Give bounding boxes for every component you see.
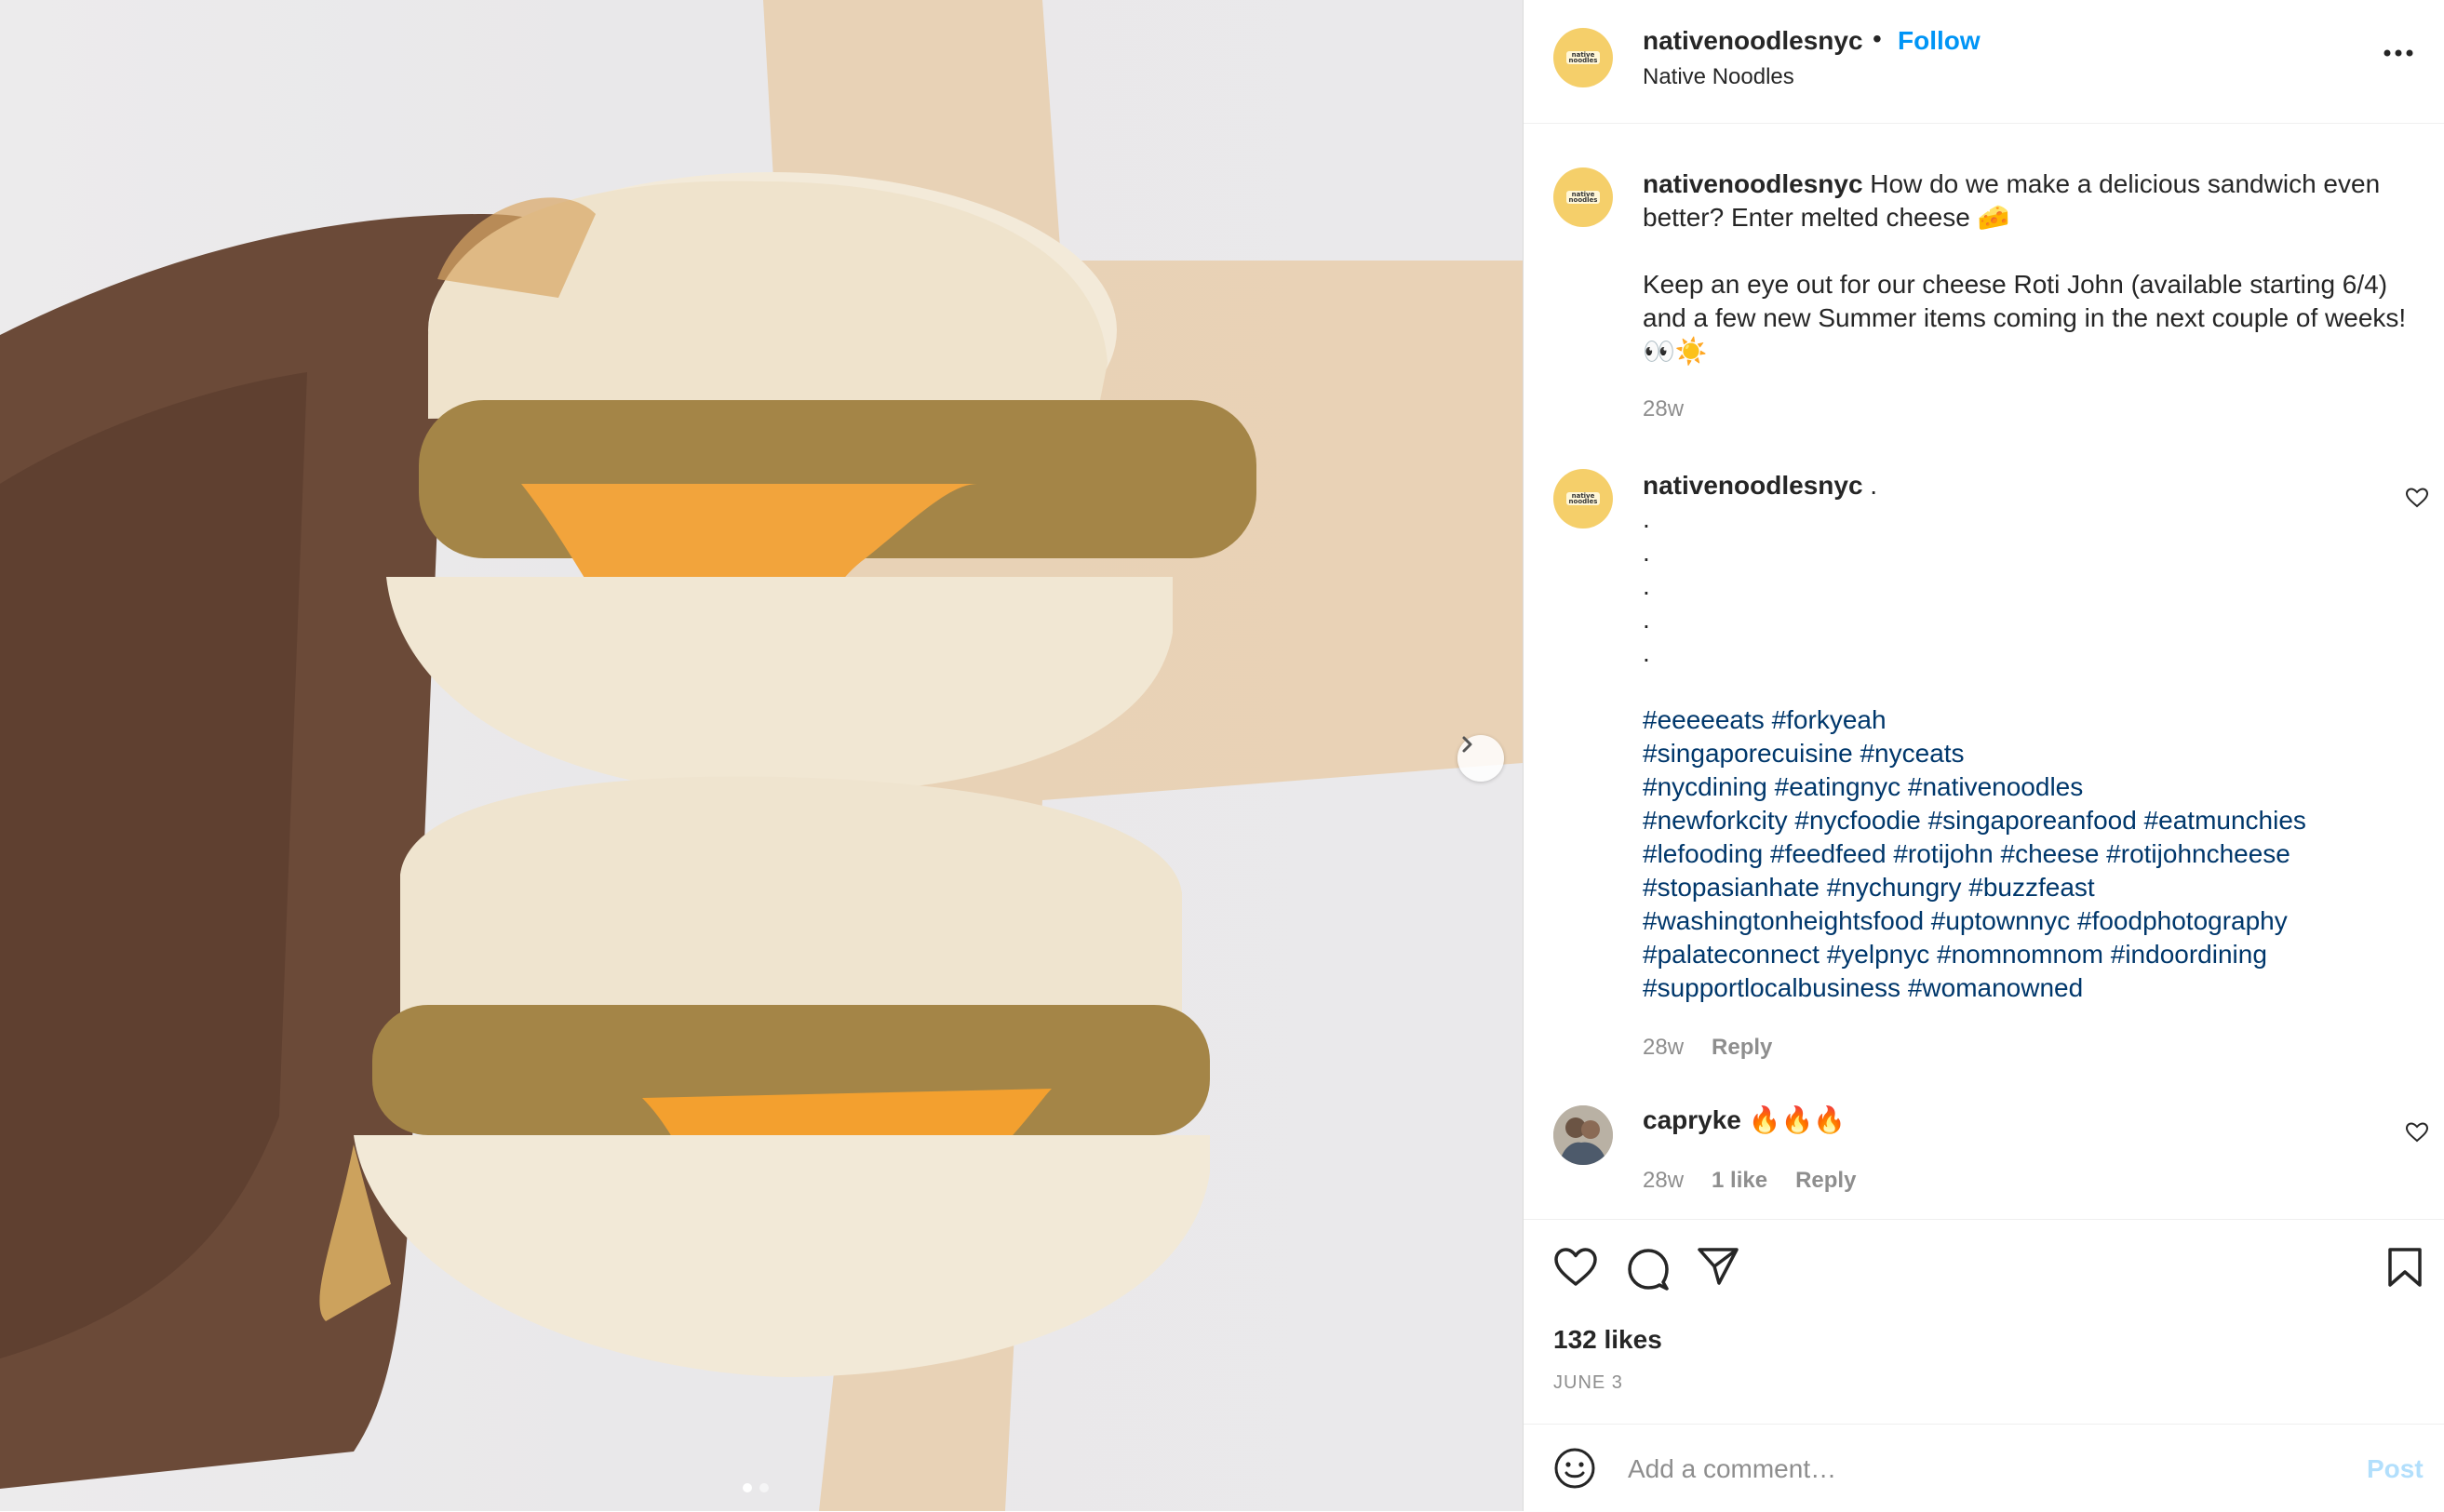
comment-meta: 28w Reply <box>1643 1035 1772 1061</box>
person-photo-icon <box>1553 1105 1613 1165</box>
reply-button[interactable]: Reply <box>1795 1168 1856 1193</box>
hashtag-line[interactable]: #lefooding #feedfeed #rotijohn #cheese #… <box>1643 839 2290 868</box>
hashtag-line[interactable]: #washingtonheightsfood #uptownnyc #foodp… <box>1643 906 2288 935</box>
comment-body: . <box>1862 471 1878 500</box>
caption-avatar[interactable]: native noodles <box>1553 167 1613 227</box>
comment-time: 28w <box>1643 1035 1685 1060</box>
share-icon[interactable] <box>1697 1247 1739 1286</box>
likes-count[interactable]: 132 likes <box>1553 1325 1662 1355</box>
comment-like-heart-icon[interactable] <box>2406 1122 2428 1143</box>
emoji-icon[interactable] <box>1553 1447 1596 1490</box>
comment-likes-count[interactable]: 1 like <box>1712 1168 1767 1193</box>
avatar-logo-text: native noodles <box>1566 492 1600 505</box>
comment-text: nativenoodlesnyc . <box>1643 469 2424 502</box>
dot-line: . <box>1643 605 1650 634</box>
hashtag-line[interactable]: #supportlocalbusiness #womanowned <box>1643 973 2083 1002</box>
dot-line: . <box>1643 504 1650 533</box>
post-date: JUNE 3 <box>1553 1372 1623 1393</box>
header-username[interactable]: nativenoodlesnyc <box>1643 26 1863 56</box>
dot-line: . <box>1643 638 1650 667</box>
carousel-dot <box>759 1483 769 1492</box>
add-comment-input[interactable] <box>1626 1445 2281 1493</box>
comment-icon[interactable] <box>1626 1247 1671 1291</box>
avatar[interactable]: native noodles <box>1553 28 1613 87</box>
caption-text: nativenoodlesnyc How do we make a delici… <box>1643 167 2424 234</box>
comment-time: 28w <box>1643 1168 1685 1193</box>
caption-username[interactable]: nativenoodlesnyc <box>1643 169 1863 198</box>
bookmark-icon[interactable] <box>2387 1247 2423 1288</box>
caption-text-2: Keep an eye out for our cheese Roti John… <box>1643 270 2407 366</box>
post-media[interactable] <box>0 0 1523 1511</box>
hashtag-line[interactable]: #singaporecuisine #nyceats <box>1643 739 1965 768</box>
carousel-dot-active <box>743 1483 752 1492</box>
location-link[interactable]: Native Noodles <box>1643 64 1794 90</box>
comment-like-heart-icon[interactable] <box>2406 488 2428 508</box>
comment-avatar[interactable]: native noodles <box>1553 469 1613 529</box>
header-separator: • <box>1873 24 1882 53</box>
sandwich-photo <box>0 0 1523 1511</box>
chevron-right-icon <box>1462 736 1472 753</box>
more-options-button[interactable] <box>2384 45 2413 61</box>
hashtag-line[interactable]: #eeeeeats #forkyeah <box>1643 705 1887 734</box>
actions-divider <box>1524 1219 2444 1220</box>
avatar-logo-text: native noodles <box>1566 191 1600 204</box>
hashtag-line[interactable]: #palateconnect #yelpnyc #nomnomnom #indo… <box>1643 940 2267 969</box>
hashtag-line[interactable]: #newforkcity #nycfoodie #singaporeanfood… <box>1643 806 2306 835</box>
comment-text: capryke 🔥🔥🔥 <box>1643 1104 2424 1137</box>
caption-time: 28w <box>1643 396 1685 421</box>
hashtag-list: #eeeeeats #forkyeah #singaporecuisine #n… <box>1643 703 2424 1005</box>
post-side-panel: native noodles nativenoodlesnyc • Follow… <box>1523 0 2444 1511</box>
reply-button[interactable]: Reply <box>1712 1035 1772 1060</box>
carousel-dots <box>743 1483 769 1492</box>
hashtag-line[interactable]: #stopasianhate #nychungry #buzzfeast <box>1643 873 2095 902</box>
heart-icon[interactable] <box>1553 1247 1598 1288</box>
hashtag-line[interactable]: #nycdining #eatingnyc #nativenoodles <box>1643 772 2083 801</box>
add-comment-bar: Post <box>1524 1424 2444 1512</box>
follow-button[interactable]: Follow <box>1898 26 1981 56</box>
dot-line: . <box>1643 571 1650 600</box>
comment-dots: . . . . . <box>1643 502 2424 670</box>
capryke-avatar[interactable] <box>1553 1105 1613 1165</box>
header-divider <box>1524 123 2444 124</box>
more-horizontal-icon <box>2384 49 2413 57</box>
avatar-logo-text: native noodles <box>1566 51 1600 64</box>
comment-username[interactable]: capryke <box>1643 1105 1741 1134</box>
comment-meta: 28w 1 like Reply <box>1643 1168 1856 1194</box>
dot-line: . <box>1643 538 1650 567</box>
post-comment-button[interactable]: Post <box>2367 1454 2424 1484</box>
comment-username[interactable]: nativenoodlesnyc <box>1643 471 1863 500</box>
carousel-next-button[interactable] <box>1457 735 1504 782</box>
comment-body: 🔥🔥🔥 <box>1740 1105 1846 1134</box>
